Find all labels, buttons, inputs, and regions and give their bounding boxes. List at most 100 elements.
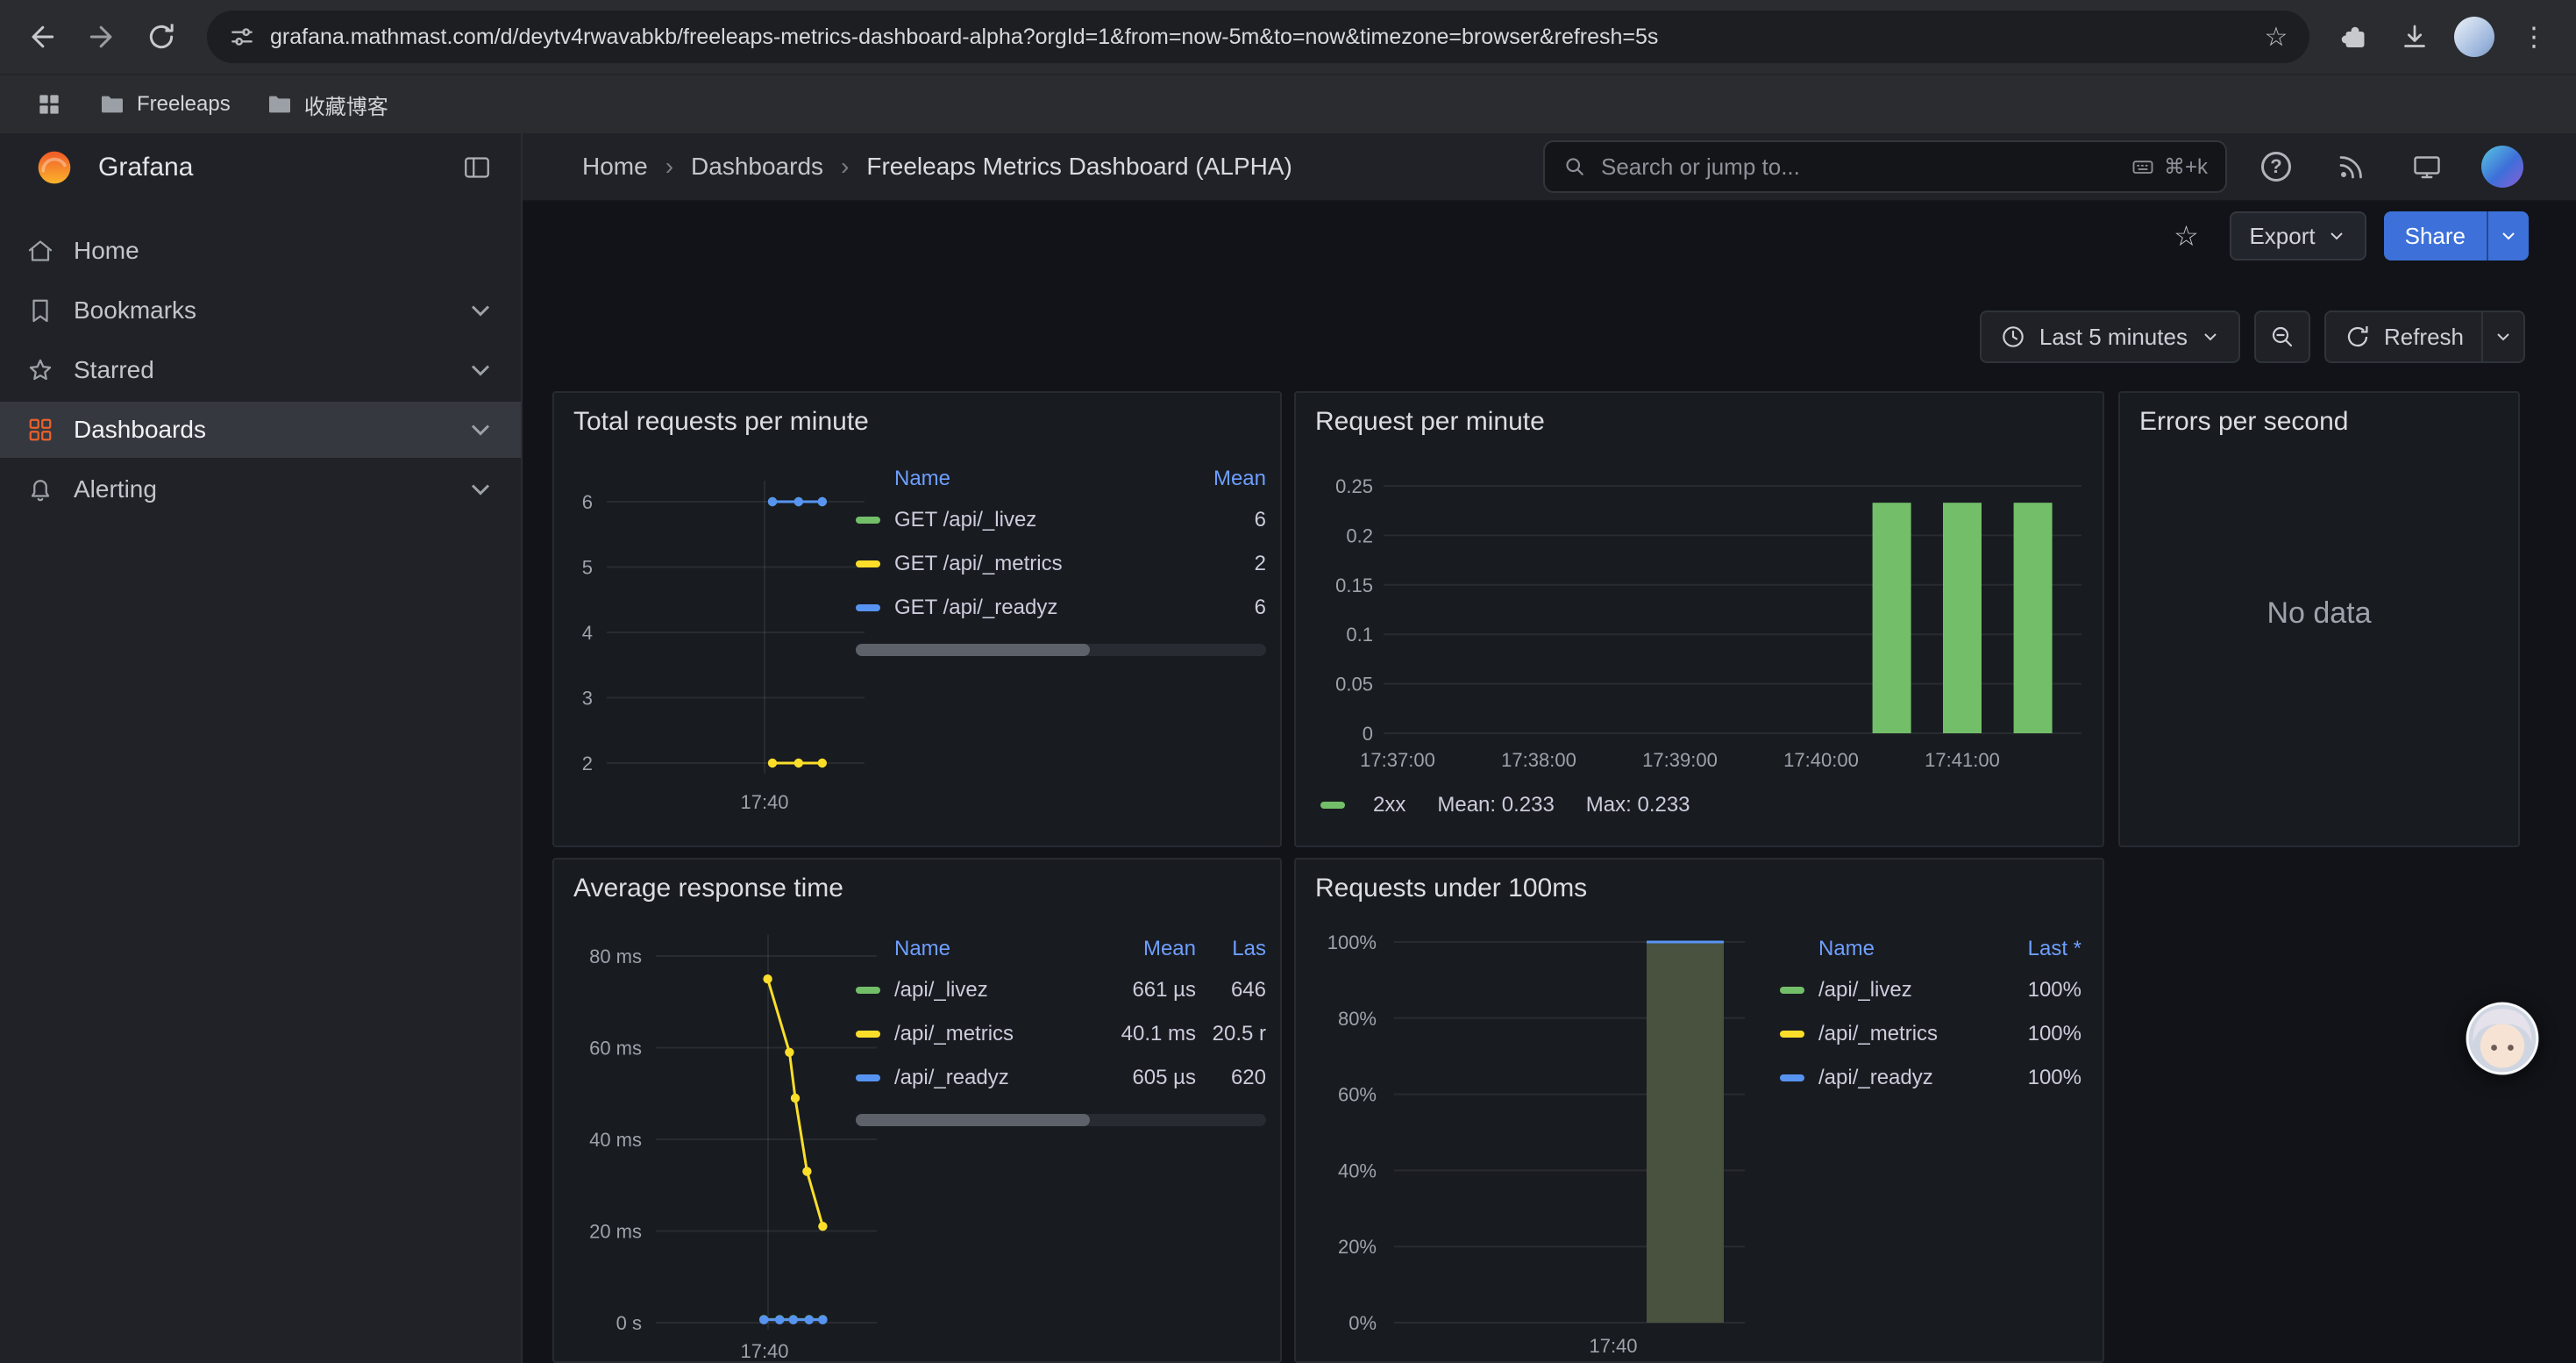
series-name[interactable]: GET /api/_livez: [894, 508, 1036, 532]
forward-arrow-icon: [84, 19, 119, 54]
series-color-icon: [856, 517, 880, 524]
sidebar-item-bookmarks[interactable]: Bookmarks: [0, 282, 521, 339]
series-name[interactable]: GET /api/_metrics: [894, 552, 1063, 576]
panel-title[interactable]: Errors per second: [2139, 407, 2348, 437]
panel-title[interactable]: Request per minute: [1315, 407, 1545, 437]
scrollbar-thumb[interactable]: [856, 1114, 1090, 1126]
time-range-picker[interactable]: Last 5 minutes: [1980, 310, 2240, 363]
legend-row[interactable]: /api/_metrics 100%: [1780, 1012, 2081, 1056]
legend-row[interactable]: /api/_livez 100%: [1780, 968, 2081, 1012]
panel-request-per-minute: Request per minute 0.250.20.150.10.05017…: [1294, 391, 2104, 847]
chevron-down-icon[interactable]: [465, 295, 496, 326]
legend-header-last[interactable]: Last *: [2028, 937, 2081, 961]
legend-row[interactable]: GET /api/_metrics 2: [856, 542, 1266, 586]
panel-title[interactable]: Average response time: [573, 874, 843, 903]
series-last: 100%: [2028, 1066, 2081, 1090]
site-info-icon[interactable]: [228, 23, 256, 51]
breadcrumb-dashboards[interactable]: Dashboards: [691, 153, 823, 181]
scrollbar-thumb[interactable]: [856, 644, 1090, 656]
refresh-interval-dropdown[interactable]: [2481, 312, 2523, 361]
share-dropdown[interactable]: [2487, 211, 2529, 260]
monitor-icon[interactable]: [2401, 140, 2453, 193]
profile-avatar[interactable]: [2446, 9, 2502, 65]
sidebar-item-dashboards[interactable]: Dashboards: [0, 402, 521, 458]
back-button[interactable]: [14, 9, 70, 65]
series-name[interactable]: GET /api/_readyz: [894, 596, 1057, 620]
svg-text:3: 3: [582, 688, 593, 710]
sidebar-item-alerting[interactable]: Alerting: [0, 461, 521, 517]
extensions-icon[interactable]: [2327, 9, 2383, 65]
legend-header-mean[interactable]: Mean: [1213, 467, 1266, 491]
favorite-star-icon[interactable]: ☆: [2160, 210, 2212, 262]
series-name[interactable]: 2xx: [1373, 793, 1405, 817]
svg-text:6: 6: [582, 491, 593, 513]
sidebar-item-label: Alerting: [74, 475, 157, 503]
legend-header-name[interactable]: Name: [894, 467, 950, 491]
panel-title[interactable]: Requests under 100ms: [1315, 874, 1587, 903]
user-avatar[interactable]: [2476, 140, 2529, 193]
legend-row[interactable]: /api/_metrics 40.1 ms 20.5 r: [856, 1012, 1266, 1056]
legend-row[interactable]: GET /api/_readyz 6: [856, 586, 1266, 630]
sidebar-item-starred[interactable]: Starred: [0, 342, 521, 398]
panel-requests-under-100ms: Requests under 100ms 100%80%60%40%20%0%1…: [1294, 858, 2104, 1363]
apps-grid-icon[interactable]: [21, 82, 77, 127]
svg-text:0.05: 0.05: [1335, 674, 1373, 696]
home-icon: [25, 235, 56, 267]
chevron-down-icon[interactable]: [465, 414, 496, 446]
star-icon: [25, 354, 56, 386]
series-name[interactable]: /api/_readyz: [1818, 1066, 1933, 1090]
no-data-message: No data: [2120, 596, 2518, 631]
legend-header-mean[interactable]: Mean: [1087, 937, 1196, 961]
reload-button[interactable]: [133, 9, 189, 65]
search-input[interactable]: Search or jump to... ⌘+k: [1543, 140, 2227, 193]
bookmark-folder-freeleaps[interactable]: Freeleaps: [84, 82, 245, 127]
help-icon[interactable]: ?: [2250, 140, 2302, 193]
dashboard-canvas: Last 5 minutes Refresh: [523, 270, 2576, 1363]
chevron-down-icon[interactable]: [465, 474, 496, 505]
series-last: 100%: [2028, 1022, 2081, 1046]
legend-scrollbar[interactable]: [856, 644, 1266, 656]
forward-button[interactable]: [74, 9, 130, 65]
bookmark-folder-blogs[interactable]: 收藏博客: [252, 82, 402, 127]
series-name[interactable]: /api/_metrics: [894, 1022, 1087, 1046]
series-last: 646: [1196, 978, 1266, 1003]
sidebar-item-home[interactable]: Home: [0, 223, 521, 279]
dock-menu-icon[interactable]: [451, 141, 503, 194]
url-bar[interactable]: grafana.mathmast.com/d/deytv4rwavabkb/fr…: [207, 11, 2309, 63]
panel-avg-response-time: Average response time 80 ms60 ms40 ms20 …: [552, 858, 1282, 1363]
share-button[interactable]: Share: [2384, 211, 2487, 260]
series-color-icon: [1780, 987, 1804, 994]
chevron-down-icon: [2493, 326, 2514, 347]
legend-row[interactable]: /api/_livez 661 µs 646: [856, 968, 1266, 1012]
news-rss-icon[interactable]: [2325, 140, 2378, 193]
export-button[interactable]: Export: [2230, 211, 2366, 260]
breadcrumb-home[interactable]: Home: [582, 153, 648, 181]
legend-row[interactable]: /api/_readyz 100%: [1780, 1056, 2081, 1100]
legend-scrollbar[interactable]: [856, 1114, 1266, 1126]
chevron-down-icon[interactable]: [465, 354, 496, 386]
legend-header-name[interactable]: Name: [1818, 937, 1875, 961]
floating-avatar[interactable]: [2466, 1002, 2539, 1075]
chevron-down-icon: [2326, 225, 2347, 246]
bookmark-star-icon[interactable]: ☆: [2253, 14, 2299, 60]
series-last: 20.5 r: [1196, 1022, 1266, 1046]
legend-header-name[interactable]: Name: [894, 937, 1087, 961]
legend-row[interactable]: GET /api/_livez 6: [856, 498, 1266, 542]
series-color-icon: [856, 987, 880, 994]
zoom-out-button[interactable]: [2254, 310, 2310, 363]
svg-text:0.1: 0.1: [1346, 624, 1373, 646]
series-name[interactable]: /api/_livez: [894, 978, 1087, 1003]
menu-kebab-icon[interactable]: ⋮: [2506, 9, 2562, 65]
refresh-button[interactable]: Refresh: [2326, 312, 2481, 361]
series-color-icon: [856, 1074, 880, 1081]
series-name[interactable]: /api/_metrics: [1818, 1022, 1938, 1046]
series-last: 100%: [2028, 978, 2081, 1003]
legend-header-last[interactable]: Las: [1196, 937, 1266, 961]
search-icon: [1562, 154, 1587, 179]
grafana-logo[interactable]: [28, 141, 81, 194]
legend-row[interactable]: /api/_readyz 605 µs 620: [856, 1056, 1266, 1100]
series-name[interactable]: /api/_livez: [1818, 978, 1912, 1003]
downloads-icon[interactable]: [2387, 9, 2443, 65]
series-name[interactable]: /api/_readyz: [894, 1066, 1087, 1090]
panel-title[interactable]: Total requests per minute: [573, 407, 869, 437]
